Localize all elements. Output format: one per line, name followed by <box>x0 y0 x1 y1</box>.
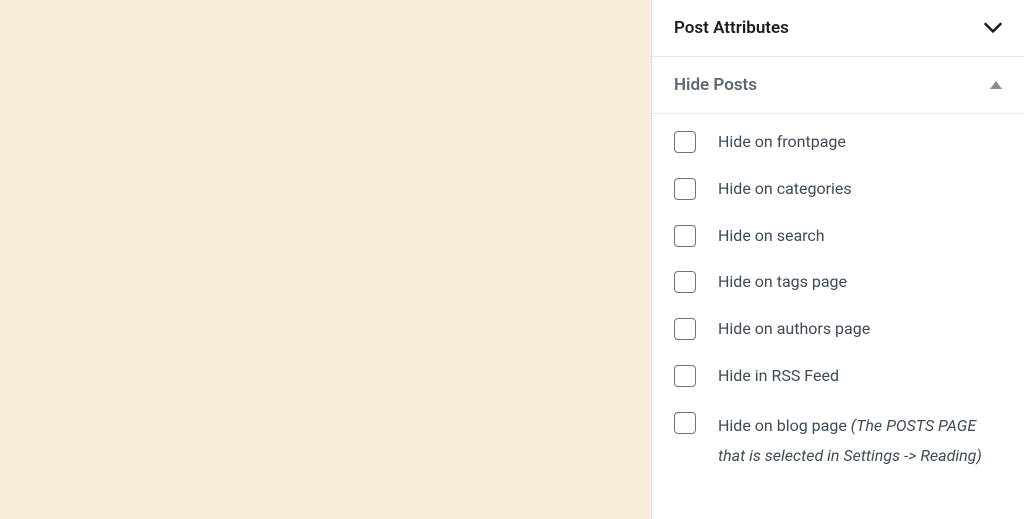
post-attributes-panel-header[interactable]: Post Attributes <box>652 0 1024 57</box>
checkbox-row: Hide in RSS Feed <box>674 364 1002 389</box>
checkbox-label: Hide on categories <box>718 177 852 202</box>
checkbox-row: Hide on tags page <box>674 270 1002 295</box>
checkbox-label: Hide on blog page <box>718 416 851 435</box>
hide-posts-title: Hide Posts <box>674 75 757 95</box>
checkbox-row: Hide on categories <box>674 177 1002 202</box>
checkbox-hide-categories[interactable] <box>674 178 696 200</box>
editor-canvas <box>0 0 651 519</box>
checkbox-hide-blog-page[interactable] <box>674 412 696 434</box>
checkbox-label: Hide in RSS Feed <box>718 364 839 389</box>
checkbox-hide-frontpage[interactable] <box>674 131 696 153</box>
checkbox-hide-authors[interactable] <box>674 318 696 340</box>
checkbox-label: Hide on frontpage <box>718 130 846 155</box>
chevron-down-icon <box>984 19 1002 37</box>
checkbox-label: Hide on search <box>718 224 825 249</box>
checkbox-row: Hide on search <box>674 224 1002 249</box>
checkbox-label: Hide on authors page <box>718 317 870 342</box>
checkbox-hide-search[interactable] <box>674 225 696 247</box>
post-attributes-title: Post Attributes <box>674 18 789 38</box>
settings-sidebar: Post Attributes Hide Posts Hide on front… <box>651 0 1024 519</box>
checkbox-hide-tags[interactable] <box>674 271 696 293</box>
triangle-up-icon <box>990 81 1002 89</box>
checkbox-row: Hide on frontpage <box>674 130 1002 155</box>
checkbox-row: Hide on authors page <box>674 317 1002 342</box>
checkbox-hide-rss[interactable] <box>674 365 696 387</box>
checkbox-row: Hide on blog page (The POSTS PAGE that i… <box>674 411 1002 472</box>
hide-posts-panel-header[interactable]: Hide Posts <box>652 57 1024 114</box>
hide-posts-panel-body: Hide on frontpage Hide on categories Hid… <box>652 114 1024 492</box>
checkbox-label: Hide on tags page <box>718 270 847 295</box>
checkbox-label-wrapper: Hide on blog page (The POSTS PAGE that i… <box>718 411 1002 472</box>
